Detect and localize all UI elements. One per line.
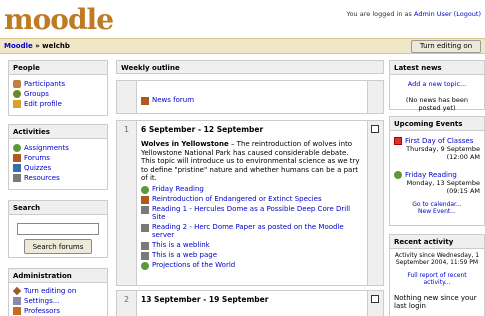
no-news-text: (No news has been posted yet) — [405, 96, 469, 112]
recent-activity-title: Recent activity — [390, 235, 484, 249]
people-item-participants[interactable]: Participants — [13, 79, 103, 89]
section-1-title: 6 September - 12 September — [141, 125, 264, 134]
settings-icon — [13, 297, 21, 305]
latest-news-title: Latest news — [390, 61, 484, 75]
news-forum-link[interactable]: News forum — [141, 96, 363, 105]
section-1-right-side — [367, 121, 383, 285]
moodle-logo[interactable]: moodle — [4, 3, 114, 36]
activity-item-quizzes[interactable]: Quizzes — [13, 163, 103, 173]
people-item-edit-profile[interactable]: Edit profile — [13, 99, 103, 109]
activity-web-page[interactable]: This is a web page — [141, 251, 363, 260]
people-icon — [13, 80, 21, 88]
event-friday-reading-link[interactable]: Friday Reading — [405, 171, 457, 179]
nothing-new-text: Nothing new since your last login — [394, 294, 477, 310]
page-header: moodle You are logged in as Admin User (… — [0, 0, 485, 38]
logo-text: moodle — [4, 3, 114, 36]
section-week-2: 2 13 September - 19 September — [116, 290, 384, 316]
weblink-icon — [141, 241, 149, 250]
upcoming-events-block: Upcoming Events First Day of Classes Thu… — [389, 116, 485, 226]
forum-icon — [141, 97, 149, 105]
section-2-title: 13 September - 19 September — [141, 295, 269, 304]
section-0-right-side — [367, 81, 383, 113]
resource-icon — [13, 174, 21, 182]
show-only-week-checkbox[interactable] — [371, 125, 379, 133]
show-only-week-checkbox[interactable] — [371, 295, 379, 303]
activity-projections[interactable]: Projections of the World — [141, 261, 363, 270]
activity-item-assignments[interactable]: Assignments — [13, 143, 103, 153]
resource-icon — [141, 205, 149, 214]
event-first-day: First Day of Classes — [394, 137, 480, 145]
groups-icon — [13, 90, 21, 98]
section-1-summary: Wolves in Yellowstone – The reintroducti… — [141, 140, 363, 183]
activity-since-text: Activity since Wednesday, 1 September 20… — [394, 252, 480, 266]
edit-icon — [12, 286, 22, 296]
activity-reading-2[interactable]: Reading 2 - Herc Dome Paper as posted on… — [141, 223, 363, 240]
assignment-icon — [394, 171, 402, 179]
people-block-title: People — [9, 61, 107, 75]
admin-item-settings[interactable]: Settings... — [13, 296, 103, 306]
activity-weblink[interactable]: This is a weblink — [141, 241, 363, 250]
section-week-1: 1 6 September - 12 September Wolves in Y… — [116, 120, 384, 286]
forum-icon — [141, 195, 149, 204]
turn-editing-on-button[interactable]: Turn editing on — [411, 40, 481, 53]
quiz-icon — [13, 164, 21, 172]
search-input[interactable] — [17, 223, 99, 235]
search-block: Search Search forums — [8, 200, 108, 258]
event-first-day-link[interactable]: First Day of Classes — [405, 137, 473, 145]
full-report-link[interactable]: Full report of recent activity... — [407, 272, 466, 286]
upcoming-events-title: Upcoming Events — [390, 117, 484, 131]
activity-item-resources[interactable]: Resources — [13, 173, 103, 183]
edit-profile-icon — [13, 100, 21, 108]
section-0-side — [117, 81, 137, 113]
breadcrumb-course: welchb — [42, 42, 70, 50]
go-to-calendar-link[interactable]: Go to calendar... — [412, 201, 461, 208]
activity-reading-1[interactable]: Reading 1 - Hercules Dome as a Possible … — [141, 205, 363, 222]
assignment-icon — [13, 144, 21, 152]
add-topic-link[interactable]: Add a new topic... — [408, 80, 466, 88]
section-0: News forum — [116, 80, 384, 114]
event-friday-reading-date: Monday, 13 Septembe — [406, 179, 480, 187]
event-first-day-time: (12:00 AM — [446, 153, 480, 161]
people-item-groups[interactable]: Groups — [13, 89, 103, 99]
administration-block-title: Administration — [9, 269, 107, 283]
breadcrumb-home[interactable]: Moodle — [4, 42, 33, 50]
summary-heading: Wolves in Yellowstone — [141, 140, 229, 148]
activity-reintroduction[interactable]: Reintroduction of Endangered or Extinct … — [141, 195, 363, 204]
user-link[interactable]: Admin User — [414, 10, 452, 18]
breadcrumb-separator: » — [35, 42, 40, 50]
assignment-icon — [141, 185, 149, 194]
resource-icon — [141, 223, 149, 232]
professors-icon — [13, 307, 21, 315]
navbar: Moodle » welchb Turn editing on — [0, 38, 485, 54]
forum-icon — [13, 154, 21, 162]
calendar-icon — [394, 137, 402, 145]
event-friday-reading-time: (09:15 AM — [446, 187, 480, 195]
login-info: You are logged in as Admin User (Logout) — [346, 10, 481, 18]
weekly-outline-title: Weekly outline — [116, 60, 384, 74]
recent-activity-block: Recent activity Activity since Wednesday… — [389, 234, 485, 316]
people-block: People Participants Groups Edit profile — [8, 60, 108, 116]
breadcrumb: Moodle » welchb — [4, 42, 70, 50]
event-friday-reading: Friday Reading — [394, 171, 480, 179]
activities-block: Activities Assignments Forums Quizzes Re… — [8, 124, 108, 190]
login-prefix: You are logged in as — [346, 10, 412, 18]
section-1-number: 1 — [117, 121, 137, 285]
webpage-icon — [141, 251, 149, 260]
search-block-title: Search — [9, 201, 107, 215]
search-forums-button[interactable]: Search forums — [24, 239, 92, 254]
section-2-number: 2 — [117, 291, 137, 316]
activity-item-forums[interactable]: Forums — [13, 153, 103, 163]
activity-friday-reading[interactable]: Friday Reading — [141, 185, 363, 194]
admin-item-professors[interactable]: Professors — [13, 306, 103, 316]
logout-link[interactable]: (Logout) — [454, 10, 481, 18]
latest-news-block: Latest news Add a new topic... (No news … — [389, 60, 485, 112]
activities-block-title: Activities — [9, 125, 107, 139]
administration-block: Administration Turn editing on Settings.… — [8, 268, 108, 316]
section-2-right-side — [367, 291, 383, 316]
admin-item-turn-editing[interactable]: Turn editing on — [12, 286, 103, 296]
event-first-day-date: Thursday, 9 Septembe — [406, 145, 480, 153]
new-event-link[interactable]: New Event... — [418, 208, 456, 215]
assignment-icon — [141, 261, 149, 270]
